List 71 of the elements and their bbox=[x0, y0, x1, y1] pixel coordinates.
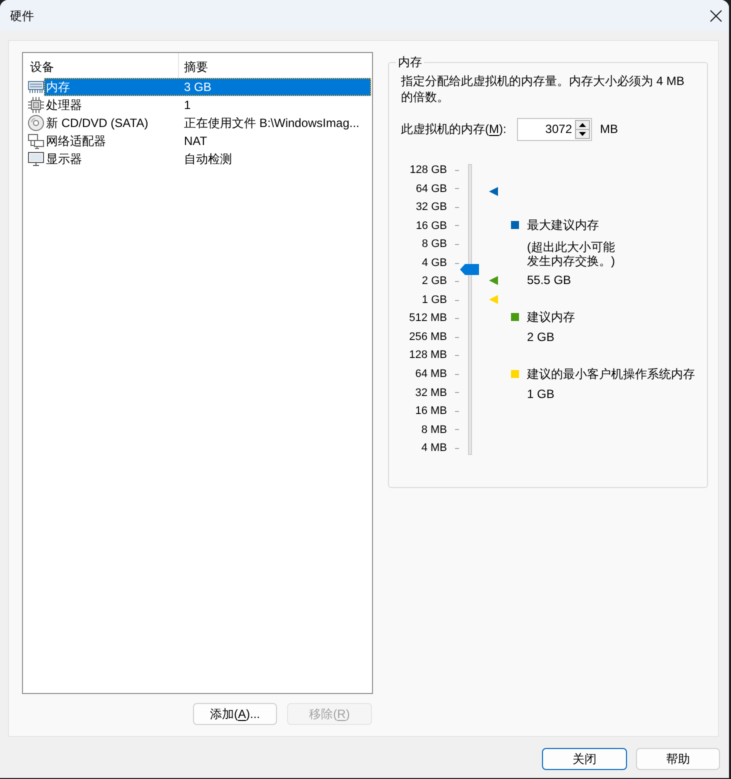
tick-mark bbox=[455, 300, 459, 301]
tick-mark bbox=[455, 262, 459, 264]
field-label: 此虚拟机的内存(M): bbox=[401, 121, 508, 138]
table-cell-text: NAT bbox=[183, 133, 208, 149]
tick-mark bbox=[455, 410, 459, 412]
device-row[interactable]: 网络适配器 NAT bbox=[44, 132, 371, 150]
device-row[interactable]: 显示器 自动检测 bbox=[44, 150, 371, 168]
scale-label: 4 MB bbox=[420, 441, 447, 456]
window-title: 硬件 bbox=[9, 8, 34, 24]
close-icon bbox=[710, 10, 722, 22]
tick-mark bbox=[455, 336, 459, 338]
tick-mark bbox=[455, 188, 459, 190]
scale-label: 32 MB bbox=[414, 386, 447, 401]
device-row[interactable]: 处理器 1 bbox=[44, 96, 371, 114]
scale-label: 1 GB bbox=[420, 292, 447, 308]
column-header[interactable]: 设备 bbox=[23, 53, 178, 78]
scale-label: 128 MB bbox=[408, 348, 447, 364]
scale-label: 4 GB bbox=[420, 256, 447, 271]
close-dialog-button[interactable]: 关闭 bbox=[542, 748, 627, 770]
tick-mark bbox=[455, 355, 459, 356]
tick-mark bbox=[455, 429, 459, 430]
scale-label: 32 GB bbox=[414, 200, 447, 216]
tick-mark bbox=[455, 225, 459, 226]
table-cell-text: 网络适配器 bbox=[45, 133, 107, 149]
table-cell-text: 处理器 bbox=[45, 97, 83, 113]
scale-label: 256 MB bbox=[408, 330, 447, 345]
monitor-icon bbox=[28, 152, 44, 166]
network-computers-icon bbox=[28, 134, 44, 148]
legend-value: 55.5 GB bbox=[527, 272, 572, 288]
chip-icon bbox=[28, 97, 44, 113]
slider-thumb[interactable] bbox=[460, 264, 479, 275]
scale-label: 16 GB bbox=[414, 218, 447, 234]
description-text: 指定分配给此虚拟机的内存量。内存大小必须为 4 MB 的倍数。 bbox=[401, 73, 686, 105]
table-cell-text: 自动检测 bbox=[183, 151, 232, 167]
table-cell-text: 显示器 bbox=[45, 151, 83, 167]
table-cell-text: 正在使用文件 B:\WindowsImag... bbox=[183, 115, 360, 131]
unit-label: MB bbox=[600, 121, 618, 138]
legend-value: 2 GB bbox=[527, 329, 556, 345]
legend-value: 1 GB bbox=[527, 386, 556, 402]
scale-label: 64 GB bbox=[414, 182, 447, 197]
scale-label: 16 MB bbox=[414, 404, 447, 420]
table-cell-text: 3 GB bbox=[183, 79, 212, 95]
group-title: 内存 bbox=[396, 54, 424, 70]
tick-mark bbox=[455, 281, 459, 282]
device-row[interactable]: 新 CD/DVD (SATA) 正在使用文件 B:\WindowsImag... bbox=[44, 114, 371, 132]
tick-mark bbox=[455, 374, 459, 375]
tick-mark bbox=[455, 392, 459, 394]
tick-mark bbox=[455, 206, 459, 208]
add-button[interactable]: 添加(A)... bbox=[193, 703, 277, 725]
device-row[interactable]: 内存 3 GB bbox=[44, 78, 371, 96]
scale-label: 512 MB bbox=[408, 311, 447, 326]
memory-module-icon bbox=[28, 81, 44, 93]
tick-mark bbox=[455, 170, 459, 171]
scale-label: 8 GB bbox=[420, 237, 447, 252]
help-button[interactable]: 帮助 bbox=[636, 748, 720, 770]
scale-label: 8 MB bbox=[420, 422, 447, 438]
scale-label: 64 MB bbox=[414, 367, 447, 382]
scale-label: 128 GB bbox=[408, 163, 447, 178]
table-cell-text: 新 CD/DVD (SATA) bbox=[45, 115, 150, 131]
legend-label: 建议的最小客户机操作系统内存 bbox=[527, 366, 695, 382]
disc-icon bbox=[28, 115, 44, 131]
tick-mark bbox=[455, 244, 459, 245]
legend-label: 建议内存 bbox=[527, 309, 575, 325]
legend-note: (超出此大小可能发生内存交换。) bbox=[527, 240, 616, 268]
table-cell-text: 内存 bbox=[45, 79, 71, 95]
tick-mark bbox=[455, 318, 459, 320]
scale-label: 2 GB bbox=[420, 274, 447, 290]
tick-mark bbox=[455, 448, 459, 449]
legend-label: 最大建议内存 bbox=[527, 217, 599, 233]
table-cell-text: 1 bbox=[183, 97, 191, 113]
slider-track[interactable] bbox=[460, 164, 498, 455]
